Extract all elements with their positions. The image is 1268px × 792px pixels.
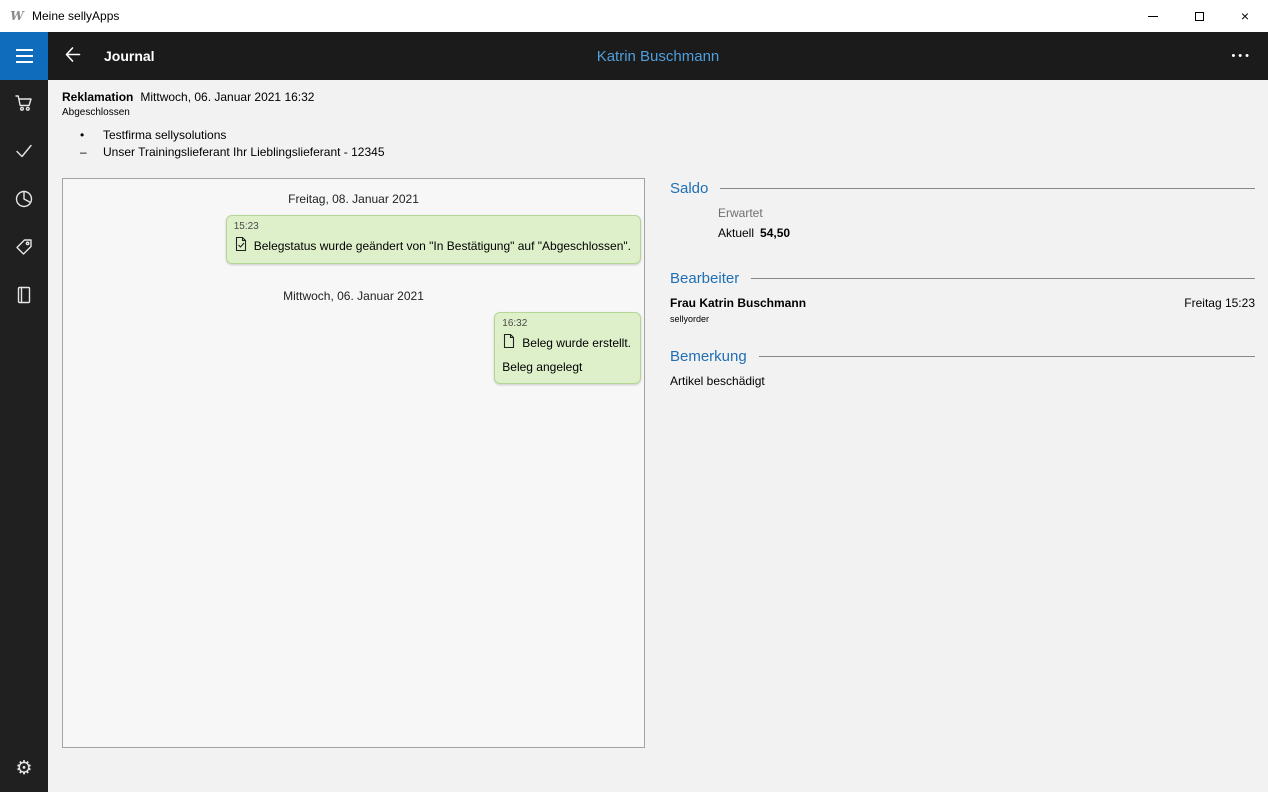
section-heading: Bemerkung [670, 348, 1255, 365]
app-window: W Meine sellyApps × [0, 0, 1268, 792]
entry-time: 15:23 [234, 221, 631, 233]
minimize-icon [1148, 16, 1158, 17]
close-button[interactable]: × [1222, 0, 1268, 32]
heading-rule [720, 188, 1255, 189]
journal-book-icon [14, 285, 34, 308]
main-area: ⚙ Journal Katrin Buschmann ••• Reklamati… [0, 32, 1268, 792]
saldo-row-erwartet: Erwartet [718, 206, 1255, 226]
saldo-heading-label: Saldo [670, 180, 708, 197]
heading-rule [751, 278, 1255, 279]
bearbeiter-heading-label: Bearbeiter [670, 270, 739, 287]
maximize-icon [1195, 12, 1204, 21]
journal-timeline-panel: Freitag, 08. Januar 2021 15:23 Belegstat… [62, 178, 645, 748]
gear-icon: ⚙ [15, 759, 32, 778]
cart-icon [14, 93, 34, 116]
bearbeiter-time: Freitag 15:23 [1184, 296, 1255, 310]
journal-entry-row: 15:23 Belegstatus wurde geändert von "In… [63, 215, 644, 264]
journal-entry-bubble[interactable]: 15:23 Belegstatus wurde geändert von "In… [226, 215, 641, 264]
heading-rule [759, 356, 1255, 357]
saldo-label: Aktuell [718, 226, 754, 240]
check-icon [14, 141, 34, 164]
close-icon: × [1241, 8, 1249, 24]
list-item: • Testfirma sellysolutions [62, 128, 1268, 142]
tag-icon [14, 237, 34, 260]
section-saldo: Saldo Erwartet Aktuell 54,50 [670, 180, 1255, 246]
section-bemerkung: Bemerkung Artikel beschädigt [670, 348, 1255, 389]
sidebar: ⚙ [0, 32, 48, 792]
date-separator: Freitag, 08. Januar 2021 [63, 191, 644, 207]
details-panel: Saldo Erwartet Aktuell 54,50 [670, 180, 1255, 389]
customer-name-link[interactable]: Katrin Buschmann [48, 48, 1268, 65]
entry-note: Beleg angelegt [502, 360, 631, 375]
document-icon [502, 333, 516, 352]
section-bearbeiter: Bearbeiter Frau Katrin Buschmann Freitag… [670, 270, 1255, 324]
journal-entry-row: 16:32 Beleg wurde erstellt. Beleg angele… [63, 312, 644, 384]
date-separator: Mittwoch, 06. Januar 2021 [63, 288, 644, 304]
minimize-button[interactable] [1130, 0, 1176, 32]
list-item: – Unser Trainingslieferant Ihr Lieblings… [62, 145, 1268, 159]
record-summary: Reklamation Mittwoch, 06. Januar 2021 16:… [62, 90, 1268, 159]
sidebar-item-settings[interactable]: ⚙ [0, 744, 48, 792]
bemerkung-heading-label: Bemerkung [670, 348, 747, 365]
entry-text: Beleg wurde erstellt. [522, 336, 631, 350]
app-logo-icon: W [9, 8, 25, 24]
more-icon: ••• [1231, 50, 1252, 62]
record-party-list: • Testfirma sellysolutions – Unser Train… [62, 128, 1268, 159]
saldo-row-aktuell: Aktuell 54,50 [718, 226, 1255, 246]
bullet-glyph: • [80, 128, 103, 142]
party-name: Testfirma sellysolutions [103, 128, 226, 142]
sidebar-item-offers[interactable] [0, 224, 48, 272]
hamburger-icon [16, 49, 33, 63]
window-title: Meine sellyApps [32, 9, 119, 23]
entry-body: Belegstatus wurde geändert von "In Bestä… [234, 236, 631, 255]
bemerkung-text: Artikel beschädigt [670, 374, 1255, 389]
bearbeiter-app: sellyorder [670, 314, 1255, 324]
more-button[interactable]: ••• [1225, 32, 1258, 80]
content-area: Reklamation Mittwoch, 06. Januar 2021 16:… [48, 80, 1268, 792]
pie-chart-icon [14, 189, 34, 212]
sidebar-item-tasks[interactable] [0, 128, 48, 176]
saldo-label: Erwartet [718, 206, 763, 220]
sidebar-item-orders[interactable] [0, 80, 48, 128]
journal-entry-bubble[interactable]: 16:32 Beleg wurde erstellt. Beleg angele… [494, 312, 641, 384]
entry-text: Belegstatus wurde geändert von "In Bestä… [254, 239, 631, 253]
page-column: Journal Katrin Buschmann ••• Reklamation… [48, 32, 1268, 792]
maximize-button[interactable] [1176, 0, 1222, 32]
saldo-rows: Erwartet Aktuell 54,50 [670, 206, 1255, 246]
section-heading: Saldo [670, 180, 1255, 197]
record-datetime: Mittwoch, 06. Januar 2021 16:32 [140, 90, 314, 104]
section-heading: Bearbeiter [670, 270, 1255, 287]
bearbeiter-row: Frau Katrin Buschmann Freitag 15:23 [670, 296, 1255, 310]
titlebar-left: W Meine sellyApps [0, 8, 119, 24]
bullet-glyph: – [80, 145, 103, 159]
sidebar-spacer [0, 320, 48, 744]
titlebar: W Meine sellyApps × [0, 0, 1268, 32]
document-status-icon [234, 236, 248, 255]
record-headline: Reklamation Mittwoch, 06. Januar 2021 16:… [62, 90, 1268, 105]
bearbeiter-name: Frau Katrin Buschmann [670, 296, 806, 310]
window-controls: × [1130, 0, 1268, 32]
sidebar-item-journal[interactable] [0, 272, 48, 320]
saldo-value: 54,50 [760, 226, 790, 240]
menu-button[interactable] [0, 32, 48, 80]
sidebar-item-statistics[interactable] [0, 176, 48, 224]
entry-time: 16:32 [502, 318, 631, 330]
record-type: Reklamation [62, 90, 133, 104]
entry-body: Beleg wurde erstellt. [502, 333, 631, 352]
page-header: Journal Katrin Buschmann ••• [48, 32, 1268, 80]
record-status: Abgeschlossen [62, 107, 1268, 119]
party-name: Unser Trainingslieferant Ihr Lieblingsli… [103, 145, 385, 159]
